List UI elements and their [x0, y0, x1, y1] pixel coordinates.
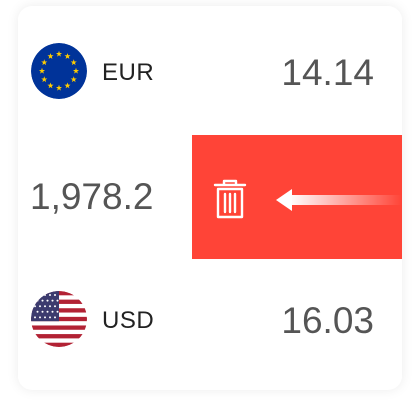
us-flag-graphic	[31, 291, 87, 347]
currency-amount: 16.03	[281, 300, 374, 341]
currency-list-card: EUR 14.14 1,978.2 USD 16.03	[18, 6, 402, 390]
us-flag-icon	[31, 291, 87, 347]
currency-code: EUR	[102, 59, 155, 86]
trash-icon	[213, 179, 247, 219]
eu-flag-icon	[31, 43, 87, 99]
currency-row-swiped[interactable]: 1,978.2	[18, 135, 402, 259]
currency-amount: 14.14	[281, 52, 374, 93]
eu-flag-graphic	[31, 43, 87, 99]
swipe-left-arrow-icon	[276, 189, 402, 211]
screen: EUR 14.14 1,978.2 USD 16.03	[0, 0, 420, 420]
currency-row-eur[interactable]: EUR 14.14	[18, 11, 402, 135]
currency-amount: 1,978.2	[30, 176, 154, 217]
delete-button[interactable]	[192, 135, 402, 259]
currency-code: USD	[102, 307, 155, 334]
currency-row-usd[interactable]: USD 16.03	[18, 259, 402, 383]
